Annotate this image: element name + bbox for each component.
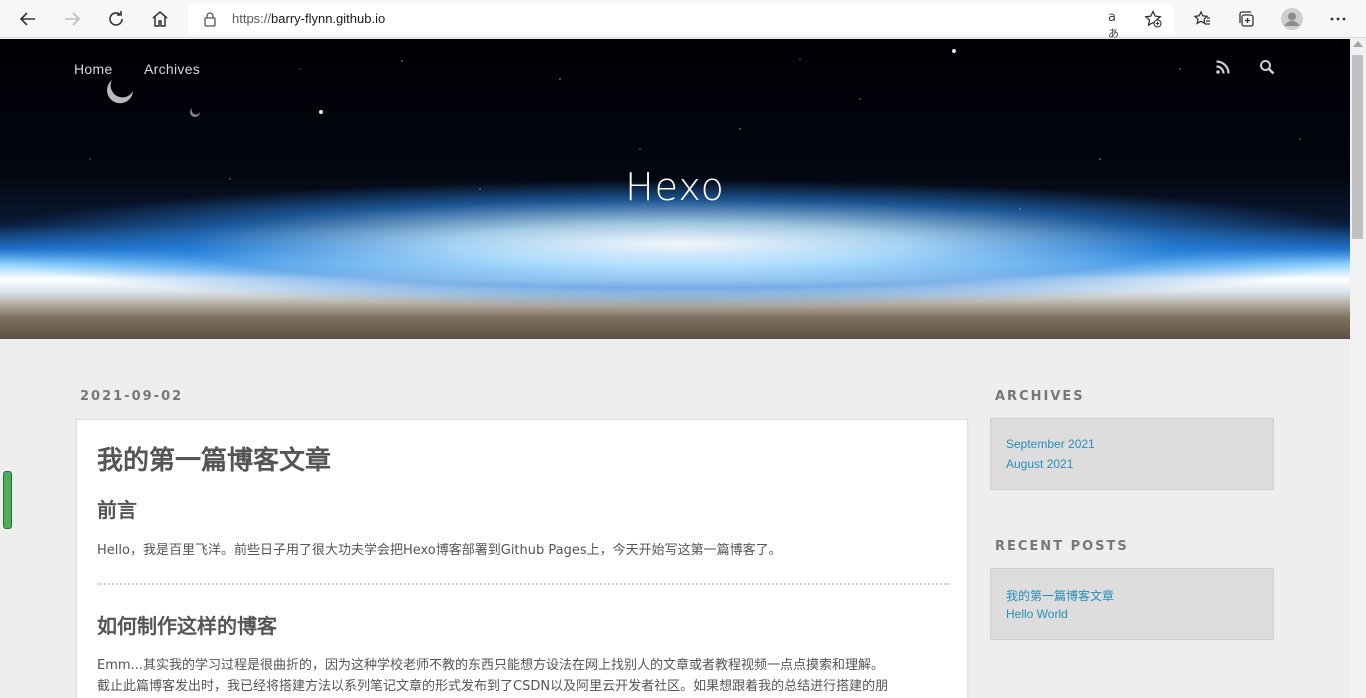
article-title[interactable]: 我的第一篇博客文章 [97,440,331,477]
archives-widget: September 2021 August 2021 [990,418,1274,490]
side-panel-handle[interactable] [3,471,12,529]
article-card: 我的第一篇博客文章 前言 Hello，我是百里飞洋。前些日子用了很大功夫学会把H… [76,419,968,698]
refresh-icon[interactable] [102,5,130,33]
favorites-icon[interactable] [1188,5,1216,33]
recent-posts-widget: 我的第一篇博客文章 Hello World [990,568,1274,640]
more-icon[interactable] [1324,5,1352,33]
archives-widget-title: ARCHIVES [995,389,1085,404]
paragraph-how-line-2: 截止此篇博客发出时，我已经将搭建方法以系列笔记文章的形式发布到了CSDN以及阿里… [97,679,889,694]
lock-icon[interactable] [202,11,218,27]
scrollbar-thumb[interactable] [1352,55,1363,239]
nav-archives-link[interactable]: Archives [144,61,200,77]
page-viewport: Home Archives Hexo 2021-09-02 我的第一篇博客文章 … [0,39,1350,698]
home-icon[interactable] [146,5,174,33]
recent-post-link[interactable]: 我的第一篇博客文章 [1006,587,1114,604]
archive-link-september-2021[interactable]: September 2021 [1006,437,1095,451]
site-title[interactable]: Hexo [0,165,1350,209]
search-icon[interactable] [1259,59,1275,75]
divider [97,583,949,585]
collections-icon[interactable] [1232,5,1260,33]
archive-link-august-2021[interactable]: August 2021 [1006,457,1073,471]
browser-toolbar: https://barry-flynn.github.io aあ [0,0,1366,40]
header-banner: Home Archives Hexo [0,39,1350,339]
post-date[interactable]: 2021-09-02 [80,389,183,404]
heading-how: 如何制作这样的博客 [97,614,277,638]
address-bar[interactable]: https://barry-flynn.github.io aあ [188,4,1174,40]
back-icon[interactable] [14,5,42,33]
add-favorite-icon[interactable] [1144,10,1162,28]
read-aloud-icon[interactable]: aあ [1108,10,1126,40]
forward-icon[interactable] [58,5,86,33]
profile-icon[interactable] [1278,5,1306,33]
nav-home-link[interactable]: Home [74,61,113,77]
paragraph-how-line-1: Emm...其实我的学习过程是很曲折的，因为这种学校老师不教的东西只能想方设法在… [97,658,884,673]
url-text: https://barry-flynn.github.io [232,11,386,26]
rss-icon[interactable] [1215,59,1231,75]
heading-intro: 前言 [97,498,137,522]
recent-posts-widget-title: RECENT POSTS [995,539,1129,554]
recent-post-link[interactable]: Hello World [1006,607,1068,621]
scroll-up-arrow-icon[interactable] [1353,41,1363,47]
paragraph-intro: Hello，我是百里飞洋。前些日子用了很大功夫学会把Hexo博客部署到Githu… [97,543,782,558]
